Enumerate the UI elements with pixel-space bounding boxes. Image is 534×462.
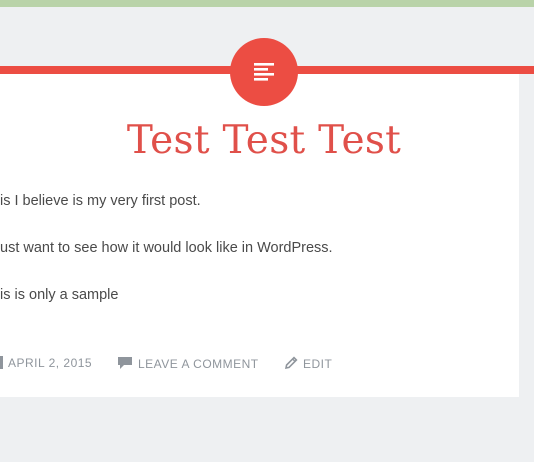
post-paragraph: is I believe is my very first post.	[0, 193, 201, 209]
post-date-link[interactable]: APRIL 2, 2015	[8, 356, 92, 370]
pencil-icon	[284, 356, 298, 370]
leave-comment-link[interactable]: LEAVE A COMMENT	[138, 357, 259, 371]
post-date[interactable]: APRIL 2, 2015	[0, 356, 92, 376]
post-paragraph: is is only a sample	[0, 287, 119, 303]
post-paragraph: ust want to see how it would look like i…	[0, 240, 333, 256]
calendar-icon	[0, 356, 3, 369]
comment-bubble-icon	[118, 357, 132, 369]
edit-post[interactable]: EDIT	[284, 356, 332, 376]
edit-post-link[interactable]: EDIT	[303, 357, 332, 371]
leave-comment[interactable]: LEAVE A COMMENT	[117, 356, 259, 376]
post-content: is I believe is my very first post. ust …	[0, 0, 519, 330]
